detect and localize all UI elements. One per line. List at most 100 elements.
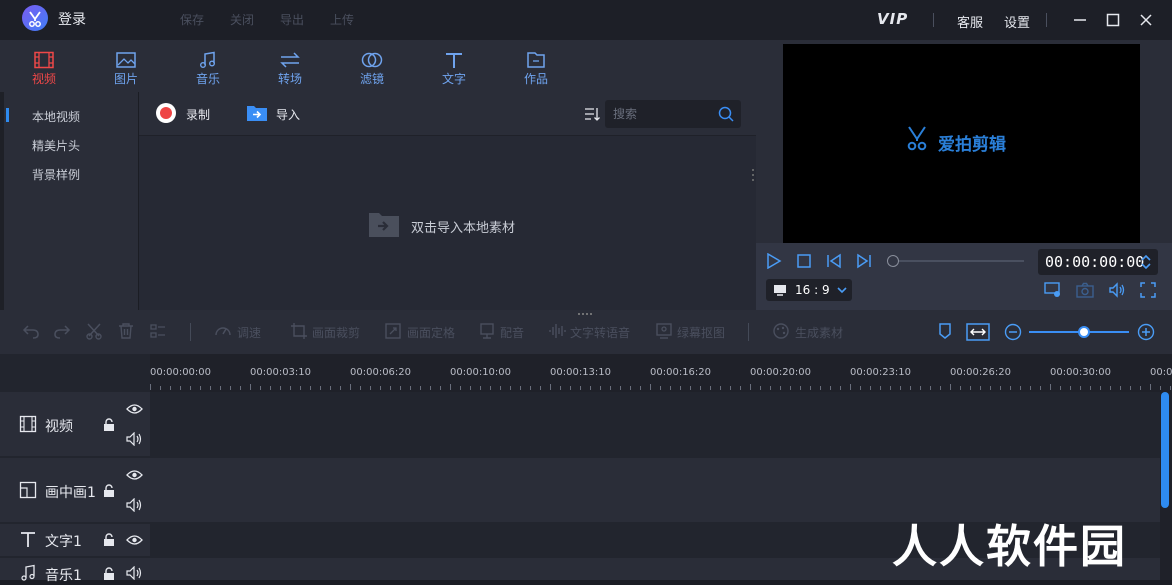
seek-handle[interactable] xyxy=(887,255,899,267)
record-icon[interactable] xyxy=(156,103,176,123)
app-logo-icon xyxy=(22,5,48,31)
seek-bar[interactable] xyxy=(888,260,1024,262)
screen-settings-icon[interactable] xyxy=(1044,282,1062,298)
fullscreen-icon[interactable] xyxy=(1140,282,1156,298)
green-screen-icon[interactable] xyxy=(655,322,673,340)
speaker-icon[interactable] xyxy=(126,432,143,446)
speed-button[interactable]: 调速 xyxy=(237,324,261,341)
tab-transition[interactable]: 转场 xyxy=(260,40,320,92)
tab-text[interactable]: 文字 xyxy=(424,40,484,92)
tab-music[interactable]: 音乐 xyxy=(178,40,238,92)
lock-icon[interactable] xyxy=(103,533,115,546)
ruler-label: 00:00:13:10 xyxy=(550,367,612,378)
redo-icon[interactable] xyxy=(53,322,71,340)
search-input[interactable] xyxy=(613,106,713,122)
title-divider xyxy=(933,13,934,27)
camera-icon[interactable] xyxy=(1076,282,1094,298)
sort-icon[interactable] xyxy=(584,106,600,122)
zoom-out-icon[interactable] xyxy=(1004,323,1022,341)
generate-asset-button[interactable]: 生成素材 xyxy=(795,324,843,341)
service-link[interactable]: 客服 xyxy=(957,12,983,31)
split-track-icon[interactable] xyxy=(149,322,167,340)
freeze-frame-icon[interactable] xyxy=(384,322,402,340)
next-frame-icon[interactable] xyxy=(856,253,872,269)
filter-icon xyxy=(361,51,383,69)
stop-icon[interactable] xyxy=(796,253,812,269)
speed-icon[interactable] xyxy=(214,322,232,340)
time-spinner-icon[interactable] xyxy=(1140,253,1152,271)
tab-filter[interactable]: 滤镜 xyxy=(342,40,402,92)
menu-close[interactable]: 关闭 xyxy=(230,11,254,28)
delete-icon[interactable] xyxy=(117,322,135,340)
ruler-label: 00:00:30:00 xyxy=(1050,367,1112,378)
tts-button[interactable]: 文字转语音 xyxy=(570,324,630,341)
minimize-icon[interactable] xyxy=(1072,12,1088,28)
lock-icon[interactable] xyxy=(103,567,115,580)
sidebar-item-local-video[interactable]: 本地视频 xyxy=(32,108,80,125)
track-lane-video[interactable] xyxy=(150,392,1160,456)
tab-works[interactable]: 作品 xyxy=(506,40,566,92)
voiceover-button[interactable]: 配音 xyxy=(500,324,524,341)
ruler-label: 00:00:20:00 xyxy=(750,367,812,378)
settings-link[interactable]: 设置 xyxy=(1004,12,1030,31)
panel-resize-handle[interactable] xyxy=(751,167,755,183)
import-hint-text[interactable]: 双击导入本地素材 xyxy=(411,217,515,236)
play-icon[interactable] xyxy=(766,253,782,269)
import-button[interactable]: 导入 xyxy=(276,106,300,123)
voiceover-icon[interactable] xyxy=(478,322,496,340)
speaker-icon[interactable] xyxy=(126,498,143,512)
fit-timeline-icon[interactable] xyxy=(966,323,990,341)
ruler-ticks xyxy=(150,384,1171,390)
monitor-icon xyxy=(773,284,787,296)
splitter-grip[interactable] xyxy=(576,312,594,316)
folder-icon xyxy=(525,51,547,69)
marker-icon[interactable] xyxy=(936,322,954,340)
track-label-video: 视频 xyxy=(45,419,73,435)
prev-frame-icon[interactable] xyxy=(826,253,842,269)
search-icon[interactable] xyxy=(718,106,734,122)
film-icon xyxy=(19,415,37,433)
green-screen-button[interactable]: 绿幕抠图 xyxy=(677,324,725,341)
crop-icon[interactable] xyxy=(290,322,308,340)
tts-waveform-icon[interactable] xyxy=(548,322,566,340)
ruler-label: 00:0 xyxy=(1150,367,1172,378)
volume-icon[interactable] xyxy=(1108,282,1126,298)
zoom-in-icon[interactable] xyxy=(1137,323,1155,341)
scissors-icon[interactable] xyxy=(85,322,103,340)
menu-save[interactable]: 保存 xyxy=(180,11,204,28)
sidebar-item-background[interactable]: 背景样例 xyxy=(32,166,80,183)
eye-icon[interactable] xyxy=(126,403,143,415)
eye-icon[interactable] xyxy=(126,534,143,546)
import-hint-folder-icon[interactable] xyxy=(368,210,400,238)
lock-icon[interactable] xyxy=(103,418,115,431)
menu-export[interactable]: 导出 xyxy=(280,11,304,28)
ruler-label: 00:00:00:00 xyxy=(150,367,212,378)
freeze-frame-button[interactable]: 画面定格 xyxy=(407,324,455,341)
eye-icon[interactable] xyxy=(126,469,143,481)
selected-indicator xyxy=(6,108,9,122)
maximize-icon[interactable] xyxy=(1105,12,1121,28)
close-icon[interactable] xyxy=(1138,12,1154,28)
zoom-slider-handle[interactable] xyxy=(1078,326,1090,338)
ruler-label: 00:00:16:20 xyxy=(650,367,712,378)
timeline-scrollbar[interactable] xyxy=(1161,392,1169,508)
lock-icon[interactable] xyxy=(103,484,115,497)
generate-asset-icon[interactable] xyxy=(772,322,790,340)
login-link[interactable]: 登录 xyxy=(58,9,86,29)
crop-button[interactable]: 画面裁剪 xyxy=(312,324,360,341)
title-divider xyxy=(1046,13,1047,27)
track-label-text: 文字1 xyxy=(45,534,82,550)
vip-button[interactable]: VIP xyxy=(877,10,908,28)
tab-video[interactable]: 视频 xyxy=(14,40,74,92)
import-folder-icon[interactable] xyxy=(246,104,268,122)
ruler-label: 00:00:03:10 xyxy=(250,367,312,378)
image-icon xyxy=(115,51,137,69)
menu-upload[interactable]: 上传 xyxy=(330,11,354,28)
undo-icon[interactable] xyxy=(22,322,40,340)
tab-filter-label: 滤镜 xyxy=(359,72,384,86)
record-button[interactable]: 录制 xyxy=(186,106,210,123)
tab-image[interactable]: 图片 xyxy=(96,40,156,92)
speaker-icon[interactable] xyxy=(126,566,143,580)
sidebar-item-intro[interactable]: 精美片头 xyxy=(32,137,80,154)
toolbar-divider xyxy=(748,323,749,341)
